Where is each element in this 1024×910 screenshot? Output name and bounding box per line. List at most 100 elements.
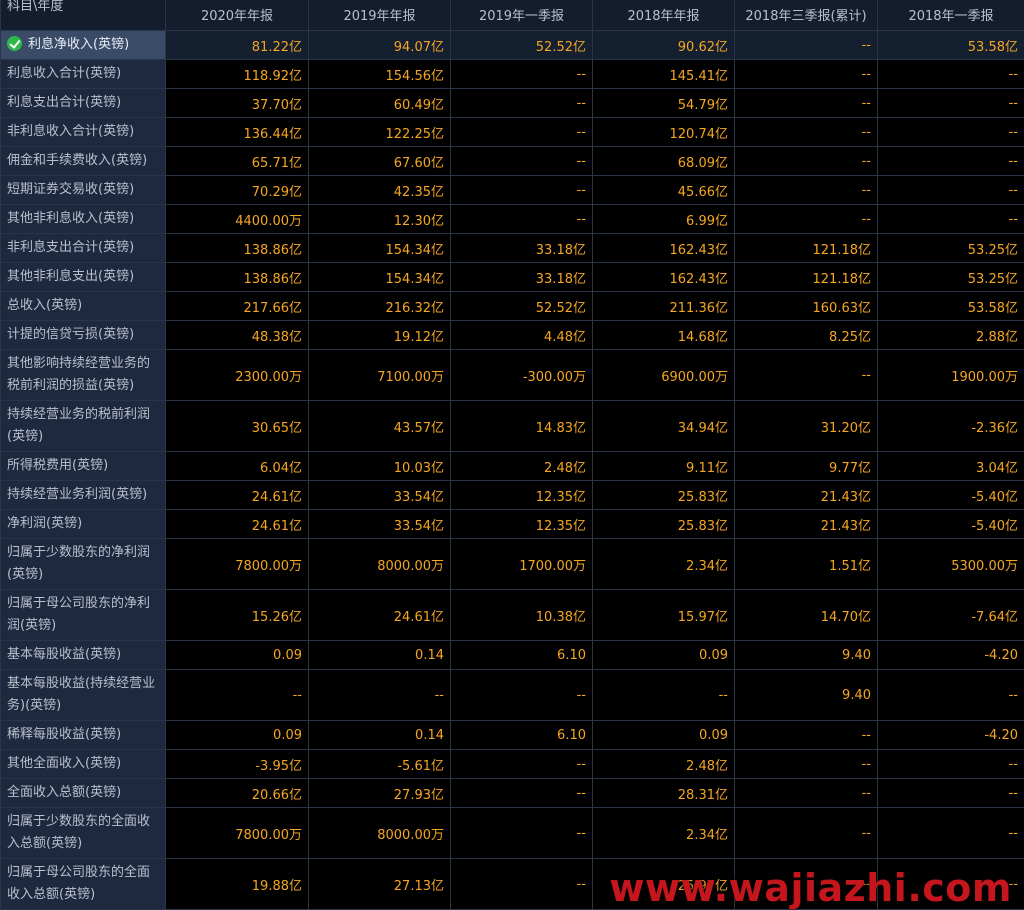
- table-row[interactable]: 其他非利息收入(英镑) 4400.00万 12.30亿 -- 6.99亿 -- --: [0, 204, 1024, 234]
- table-row[interactable]: 基本每股收益(英镑) 0.09 0.14 6.10 0.09 9.40 -4.20: [0, 640, 1024, 670]
- row-label: 其他全面收入(英镑): [7, 756, 122, 771]
- table-row[interactable]: 全面收入总额(英镑) 20.66亿 27.93亿 -- 28.31亿 -- --: [0, 778, 1024, 808]
- value-cell: 21.43亿: [734, 480, 878, 510]
- value-cell: 2.88亿: [877, 320, 1024, 350]
- row-label: 基本每股收益(持续经营业务)(英镑): [7, 676, 156, 713]
- row-label-cell[interactable]: 其他非利息收入(英镑): [0, 204, 166, 234]
- value-cell: --: [734, 720, 878, 750]
- column-header[interactable]: 2018年年报: [592, 0, 735, 31]
- value-cell: --: [450, 858, 593, 910]
- table-row[interactable]: 稀释每股收益(英镑) 0.09 0.14 6.10 0.09 -- -4.20: [0, 720, 1024, 750]
- column-header[interactable]: 2019年一季报: [450, 0, 593, 31]
- value-cell: 81.22亿: [165, 30, 309, 60]
- row-label-cell[interactable]: 利息净收入(英镑): [0, 30, 166, 60]
- row-label-cell[interactable]: 计提的信贷亏损(英镑): [0, 320, 166, 350]
- table-row[interactable]: 佣金和手续费收入(英镑) 65.71亿 67.60亿 -- 68.09亿 -- --: [0, 146, 1024, 176]
- corner-header: 科目\年度: [0, 0, 166, 31]
- table-row[interactable]: 归属于少数股东的全面收入总额(英镑) 7800.00万 8000.00万 -- 2.34…: [0, 807, 1024, 859]
- value-cell: 9.40: [734, 640, 878, 670]
- row-label-cell[interactable]: 短期证券交易收(英镑): [0, 175, 166, 205]
- value-cell: 0.09: [592, 640, 735, 670]
- row-label-cell[interactable]: 利息收入合计(英镑): [0, 59, 166, 89]
- table-row[interactable]: 其他全面收入(英镑) -3.95亿 -5.61亿 -- 2.48亿 -- --: [0, 749, 1024, 779]
- value-cell: 65.71亿: [165, 146, 309, 176]
- value-cell: 211.36亿: [592, 291, 735, 321]
- table-row[interactable]: 基本每股收益(持续经营业务)(英镑) -- -- -- -- 9.40 --: [0, 669, 1024, 721]
- row-label-cell[interactable]: 基本每股收益(英镑): [0, 640, 166, 670]
- row-label-cell[interactable]: 非利息收入合计(英镑): [0, 117, 166, 147]
- value-cell: --: [450, 88, 593, 118]
- value-cell: --: [450, 59, 593, 89]
- value-cell: 12.30亿: [308, 204, 451, 234]
- value-cell: --: [308, 669, 451, 721]
- row-label-cell[interactable]: 利息支出合计(英镑): [0, 88, 166, 118]
- table-row[interactable]: 净利润(英镑) 24.61亿 33.54亿 12.35亿 25.83亿 21.43亿 -5.…: [0, 509, 1024, 539]
- value-cell: 138.86亿: [165, 262, 309, 292]
- table-row[interactable]: 短期证券交易收(英镑) 70.29亿 42.35亿 -- 45.66亿 -- --: [0, 175, 1024, 205]
- row-label: 利息净收入(英镑): [28, 37, 130, 52]
- value-cell: 162.43亿: [592, 233, 735, 263]
- value-cell: --: [877, 117, 1024, 147]
- table-row[interactable]: 所得税费用(英镑) 6.04亿 10.03亿 2.48亿 9.11亿 9.77亿 3.04亿: [0, 451, 1024, 481]
- value-cell: 53.25亿: [877, 233, 1024, 263]
- row-label-cell[interactable]: 归属于少数股东的全面收入总额(英镑): [0, 807, 166, 859]
- value-cell: --: [450, 778, 593, 808]
- column-header[interactable]: 2018年三季报(累计): [734, 0, 878, 31]
- value-cell: 0.14: [308, 640, 451, 670]
- header-row: 科目\年度 2020年年报 2019年年报 2019年一季报 2018年年报 2…: [0, 0, 1024, 31]
- row-label-cell[interactable]: 净利润(英镑): [0, 509, 166, 539]
- table-row[interactable]: 利息净收入(英镑) 81.22亿 94.07亿 52.52亿 90.62亿 -- 53.58…: [0, 30, 1024, 60]
- column-header[interactable]: 2018年一季报: [877, 0, 1024, 31]
- row-label-cell[interactable]: 持续经营业务利润(英镑): [0, 480, 166, 510]
- financial-statement-table: 科目\年度 2020年年报 2019年年报 2019年一季报 2018年年报 2…: [0, 0, 1024, 910]
- value-cell: 162.43亿: [592, 262, 735, 292]
- row-label-cell[interactable]: 佣金和手续费收入(英镑): [0, 146, 166, 176]
- table-row[interactable]: 非利息支出合计(英镑) 138.86亿 154.34亿 33.18亿 162.43亿 12…: [0, 233, 1024, 263]
- table-row[interactable]: 非利息收入合计(英镑) 136.44亿 122.25亿 -- 120.74亿 -- --: [0, 117, 1024, 147]
- row-label-cell[interactable]: 其他全面收入(英镑): [0, 749, 166, 779]
- value-cell: 0.09: [592, 720, 735, 750]
- row-label-cell[interactable]: 非利息支出合计(英镑): [0, 233, 166, 263]
- row-label-cell[interactable]: 其他非利息支出(英镑): [0, 262, 166, 292]
- row-label-cell[interactable]: 全面收入总额(英镑): [0, 778, 166, 808]
- table-row[interactable]: 其他非利息支出(英镑) 138.86亿 154.34亿 33.18亿 162.43亿 12…: [0, 262, 1024, 292]
- row-label-cell[interactable]: 所得税费用(英镑): [0, 451, 166, 481]
- value-cell: --: [734, 30, 878, 60]
- value-cell: --: [877, 175, 1024, 205]
- row-label-cell[interactable]: 归属于母公司股东的净利润(英镑): [0, 589, 166, 641]
- row-label-cell[interactable]: 稀释每股收益(英镑): [0, 720, 166, 750]
- value-cell: --: [165, 669, 309, 721]
- column-header[interactable]: 2019年年报: [308, 0, 451, 31]
- row-label: 归属于少数股东的净利润(英镑): [7, 545, 151, 582]
- value-cell: 2.34亿: [592, 538, 735, 590]
- row-label-cell[interactable]: 总收入(英镑): [0, 291, 166, 321]
- row-label-cell[interactable]: 持续经营业务的税前利润(英镑): [0, 400, 166, 452]
- value-cell: 6900.00万: [592, 349, 735, 401]
- value-cell: 27.93亿: [308, 778, 451, 808]
- value-cell: 5300.00万: [877, 538, 1024, 590]
- value-cell: 12.35亿: [450, 480, 593, 510]
- row-label-cell[interactable]: 归属于少数股东的净利润(英镑): [0, 538, 166, 590]
- value-cell: -5.40亿: [877, 480, 1024, 510]
- value-cell: -3.95亿: [165, 749, 309, 779]
- table-row[interactable]: 持续经营业务的税前利润(英镑) 30.65亿 43.57亿 14.83亿 34.94亿 3…: [0, 400, 1024, 452]
- column-header[interactable]: 2020年年报: [165, 0, 309, 31]
- table-row[interactable]: 归属于母公司股东的净利润(英镑) 15.26亿 24.61亿 10.38亿 15.97亿…: [0, 589, 1024, 641]
- value-cell: 33.54亿: [308, 509, 451, 539]
- table-row[interactable]: 利息收入合计(英镑) 118.92亿 154.56亿 -- 145.41亿 -- --: [0, 59, 1024, 89]
- table-row[interactable]: 计提的信贷亏损(英镑) 48.38亿 19.12亿 4.48亿 14.68亿 8.25亿 2…: [0, 320, 1024, 350]
- row-label-cell[interactable]: 基本每股收益(持续经营业务)(英镑): [0, 669, 166, 721]
- value-cell: 4400.00万: [165, 204, 309, 234]
- table-header: 科目\年度 2020年年报 2019年年报 2019年一季报 2018年年报 2…: [0, 0, 1024, 31]
- row-label-cell[interactable]: 归属于母公司股东的全面收入总额(英镑): [0, 858, 166, 910]
- row-label-cell[interactable]: 其他影响持续经营业务的税前利润的损益(英镑): [0, 349, 166, 401]
- table-row[interactable]: 利息支出合计(英镑) 37.70亿 60.49亿 -- 54.79亿 -- --: [0, 88, 1024, 118]
- table-row[interactable]: 持续经营业务利润(英镑) 24.61亿 33.54亿 12.35亿 25.83亿 21.4…: [0, 480, 1024, 510]
- table-row[interactable]: 归属于少数股东的净利润(英镑) 7800.00万 8000.00万 1700.00万 2…: [0, 538, 1024, 590]
- value-cell: --: [734, 59, 878, 89]
- value-cell: 9.40: [734, 669, 878, 721]
- table-row[interactable]: 其他影响持续经营业务的税前利润的损益(英镑) 2300.00万 7100.00万 -3…: [0, 349, 1024, 401]
- table-row[interactable]: 总收入(英镑) 217.66亿 216.32亿 52.52亿 211.36亿 160.63…: [0, 291, 1024, 321]
- value-cell: 2300.00万: [165, 349, 309, 401]
- value-cell: --: [450, 204, 593, 234]
